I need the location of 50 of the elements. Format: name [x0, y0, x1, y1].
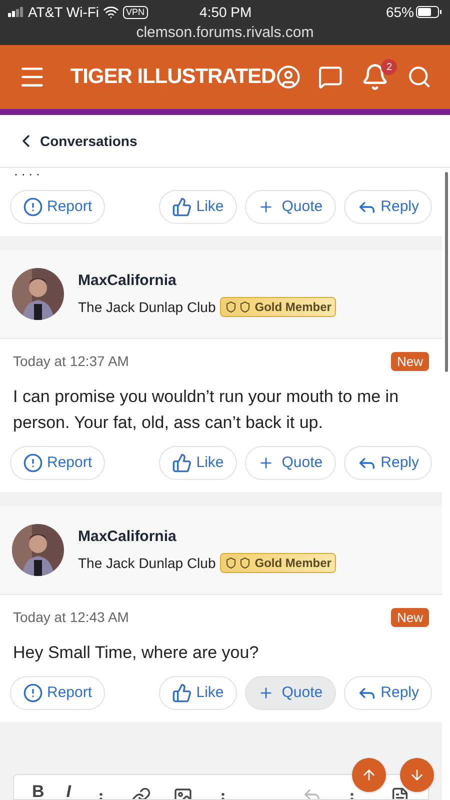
post-time[interactable]: Today at 12:37 AM	[13, 351, 129, 372]
reply-button[interactable]: Reply	[344, 676, 432, 710]
report-button[interactable]: Report	[10, 676, 106, 710]
member-badge: Gold Member	[220, 553, 336, 574]
plus-icon	[258, 685, 274, 701]
url-text: clemson.forums.rivals.com	[135, 23, 315, 43]
notification-badge: 2	[381, 59, 398, 75]
clock-text: 4:50 PM	[200, 2, 252, 22]
user-icon[interactable]	[276, 63, 300, 91]
quote-button[interactable]: Quote	[244, 676, 336, 710]
message-text: I can promise you wouldn’t run your mouth to me in person. Your fat, old, ass can’t back it up.	[12, 386, 400, 434]
alert-icon	[23, 197, 43, 217]
vpn-badge: VPN	[123, 6, 148, 18]
like-button[interactable]: Like	[159, 190, 237, 224]
like-button[interactable]: Like	[159, 446, 237, 480]
carrier-text: AT&T Wi-Fi	[28, 2, 100, 22]
quote-button[interactable]: Quote	[244, 446, 336, 480]
signal-icon	[8, 7, 24, 17]
new-tag: New	[390, 352, 429, 372]
wifi-icon	[103, 4, 120, 20]
author-name[interactable]: MaxCalifornia	[78, 526, 336, 549]
thumbs-up-icon	[172, 453, 192, 473]
reply-button[interactable]: Reply	[344, 446, 432, 480]
italic-button[interactable]: I	[66, 785, 72, 799]
alert-icon	[23, 683, 43, 703]
thumbs-up-icon	[172, 683, 192, 703]
post-time[interactable]: Today at 12:43 AM	[13, 607, 129, 628]
plus-icon	[258, 199, 274, 215]
club-text: The Jack Dunlap Club	[78, 298, 216, 317]
battery-icon	[416, 6, 442, 18]
bell-icon[interactable]	[361, 63, 390, 91]
quote-button[interactable]: Quote	[244, 190, 336, 224]
alert-icon	[23, 453, 43, 473]
message-text: Hey Small Time, where are you?	[12, 642, 260, 664]
plus-icon	[258, 455, 274, 471]
back-link[interactable]: Conversations	[16, 130, 138, 152]
report-button[interactable]: Report	[10, 190, 106, 224]
club-text: The Jack Dunlap Club	[78, 554, 216, 573]
scrollbar-thumb[interactable]	[445, 172, 448, 372]
like-button[interactable]: Like	[159, 676, 237, 710]
bold-button[interactable]: B	[32, 785, 44, 799]
battery-text: 65%	[386, 2, 414, 22]
message-text: · · · ·	[13, 168, 41, 180]
reply-button[interactable]: Reply	[344, 190, 432, 224]
author-name[interactable]: MaxCalifornia	[78, 270, 336, 293]
thumbs-up-icon	[172, 197, 192, 217]
member-badge: Gold Member	[220, 297, 336, 318]
report-button[interactable]: Report	[10, 446, 106, 480]
new-tag: New	[390, 608, 429, 628]
site-logo[interactable]: TIGER ILLUSTRATED	[70, 61, 276, 93]
